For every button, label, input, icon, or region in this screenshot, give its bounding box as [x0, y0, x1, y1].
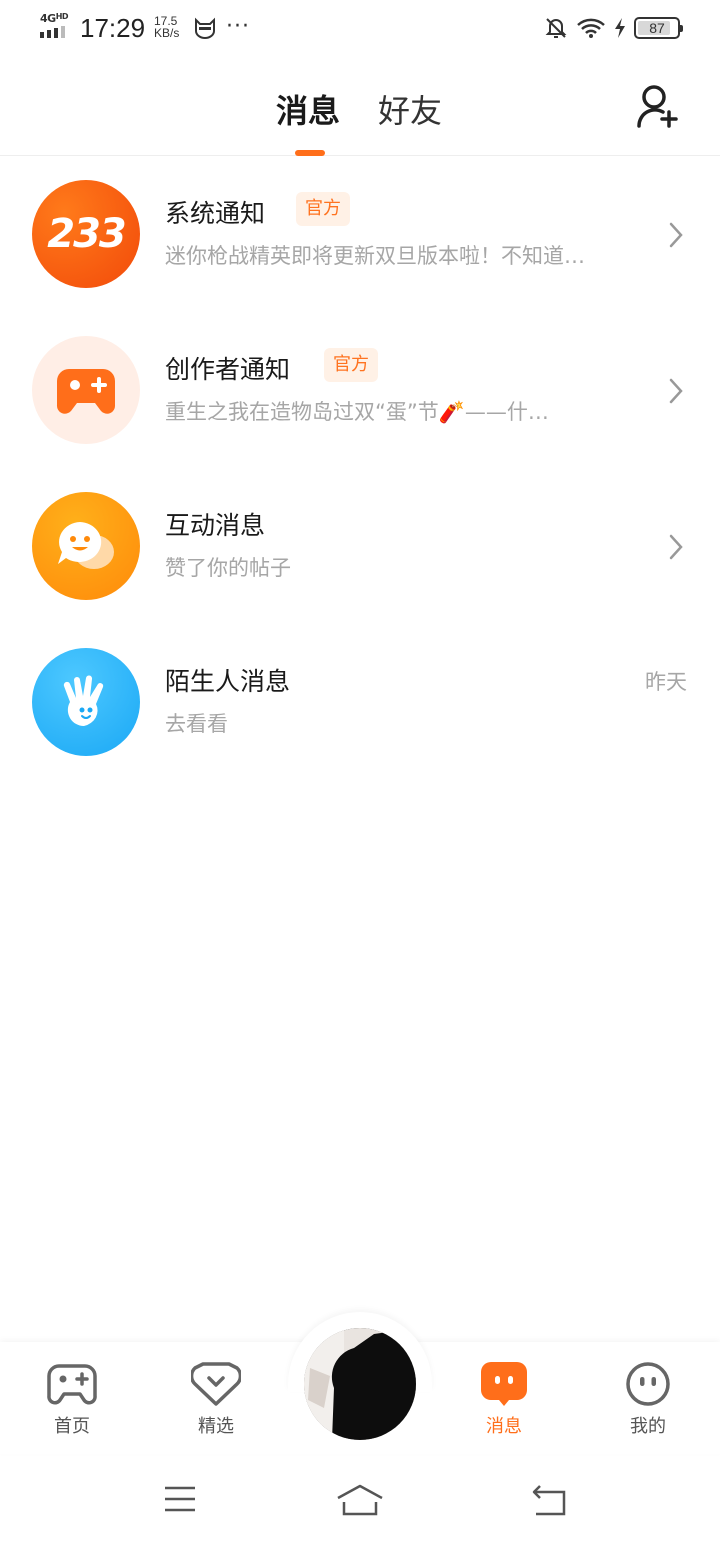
message-preview: 赞了你的帖子 — [165, 556, 291, 580]
chevron-right-icon — [669, 378, 683, 404]
nav-label: 消息 — [486, 1416, 522, 1437]
signal-icon — [40, 26, 65, 38]
system-nav-bar — [0, 1456, 720, 1544]
tab-friends[interactable]: 好友 — [378, 86, 442, 132]
chevron-right-icon — [669, 222, 683, 248]
nav-messages[interactable]: 消息 — [454, 1360, 554, 1438]
header: 消息 好友 — [0, 58, 720, 156]
heart-chevron-icon — [191, 1362, 241, 1406]
nav-label: 精选 — [198, 1416, 234, 1437]
list-item-interaction[interactable]: 互动消息 赞了你的帖子 — [0, 469, 720, 625]
official-badge: 官方 — [324, 348, 378, 382]
official-badge: 官方 — [296, 192, 350, 226]
message-title: 系统通知 — [165, 199, 266, 228]
list-item-creator-notice[interactable]: 创作者通知 官方 重生之我在造物岛过双“蛋”节🧨——什… — [0, 313, 720, 469]
message-time: 昨天 — [645, 670, 687, 694]
list-item-stranger[interactable]: 陌生人消息 昨天 去看看 — [0, 625, 720, 781]
bell-muted-icon — [545, 18, 567, 38]
battery-icon: 87 — [634, 17, 683, 39]
message-title: 互动消息 — [165, 511, 266, 540]
menu-icon[interactable] — [163, 1484, 197, 1514]
message-list: 233 系统通知 官方 迷你枪战精英即将更新双旦版本啦！不知道… 创作者通知 官… — [0, 157, 720, 781]
back-icon[interactable] — [530, 1484, 568, 1516]
nav-me[interactable]: 我的 — [598, 1360, 698, 1438]
chevron-right-icon — [669, 534, 683, 560]
more-notifications-icon: ··· — [226, 14, 250, 39]
nav-home[interactable]: 首页 — [22, 1360, 122, 1438]
charging-icon — [615, 18, 625, 38]
list-item-system-notice[interactable]: 233 系统通知 官方 迷你枪战精英即将更新双旦版本啦！不知道… — [0, 157, 720, 313]
message-preview: 重生之我在造物岛过双“蛋”节🧨——什… — [165, 400, 549, 424]
nav-label: 首页 — [54, 1416, 90, 1437]
cat-notification-icon — [195, 17, 215, 39]
chat-bubble-icon — [481, 1362, 527, 1406]
status-bar: 4GHD 17:29 17.5 KB/s ··· 87 — [0, 0, 720, 58]
wifi-icon — [577, 18, 605, 38]
waving-hand-icon — [32, 648, 140, 756]
tab-messages[interactable]: 消息 — [276, 86, 340, 132]
nav-featured[interactable]: 精选 — [166, 1360, 266, 1438]
nav-label: 我的 — [630, 1416, 666, 1437]
network-speed: 17.5 KB/s — [154, 14, 180, 40]
message-preview: 去看看 — [165, 712, 228, 736]
user-avatar[interactable] — [304, 1328, 416, 1440]
status-time: 17:29 — [80, 13, 146, 43]
active-tab-indicator — [295, 150, 325, 156]
gamepad-icon — [47, 1364, 97, 1405]
message-preview: 迷你枪战精英即将更新双旦版本啦！不知道… — [165, 244, 585, 268]
network-type: 4GHD — [40, 12, 69, 25]
smile-bubble-icon — [32, 492, 140, 600]
gamepad-plus-icon — [32, 336, 140, 444]
logo-233-icon: 233 — [32, 180, 140, 288]
face-icon — [626, 1362, 670, 1406]
message-title: 陌生人消息 — [165, 667, 291, 696]
message-title: 创作者通知 — [165, 355, 291, 384]
home-icon[interactable] — [336, 1484, 384, 1516]
add-user-icon[interactable] — [636, 82, 680, 130]
